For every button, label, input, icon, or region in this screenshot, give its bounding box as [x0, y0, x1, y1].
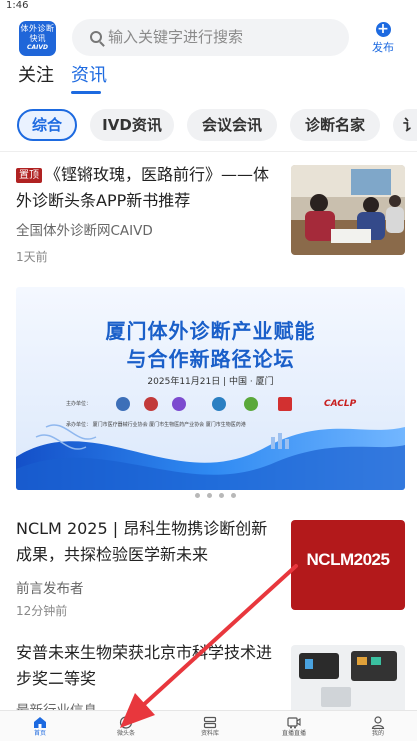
carousel-dot[interactable]	[207, 493, 212, 498]
article-thumbnail	[291, 645, 405, 710]
nav-live[interactable]: 直播直播	[264, 711, 324, 741]
carousel-dot[interactable]	[231, 493, 236, 498]
search-input[interactable]: 输入关键字进行搜索	[72, 19, 349, 56]
carousel-dot[interactable]	[195, 493, 200, 498]
flag-icon	[278, 397, 292, 411]
article-source: 全国体外诊断网CAIVD	[16, 223, 153, 239]
logo-line1: 体外诊断	[20, 24, 55, 33]
sponsor-logo-2	[144, 397, 158, 411]
tab-news[interactable]: 资讯	[71, 64, 107, 88]
bottom-navigation: 首页 微头条 资料库 直播直播 我的	[0, 710, 417, 741]
nav-label: 直播直播	[281, 730, 306, 737]
logo-line3: CAIVD	[27, 44, 48, 51]
thumb-text: NCLM2025	[306, 550, 390, 569]
publish-button[interactable]: + 发布	[366, 20, 400, 56]
nav-profile[interactable]: 我的	[348, 711, 408, 741]
publish-label: 发布	[372, 41, 394, 54]
article-thumbnail	[291, 165, 405, 255]
nav-label: 微头条	[116, 730, 135, 737]
nav-library[interactable]: 资料库	[180, 711, 240, 741]
status-bar: 1:46	[0, 0, 417, 14]
library-icon	[203, 716, 217, 729]
list-item[interactable]: 置顶 《铿锵玫瑰，医路前行》——体外诊断头条APP新书推荐 全国体外诊断网CAIV…	[0, 152, 417, 282]
pinned-badge: 置顶	[16, 168, 42, 183]
banner-sponsor-label: 主办单位：	[66, 401, 92, 407]
carousel-dot[interactable]	[219, 493, 224, 498]
sponsor-logo-5	[244, 397, 258, 411]
article-source: 前言发布者	[16, 581, 84, 597]
article-title: 置顶 《铿锵玫瑰，医路前行》——体外诊断头条APP新书推荐	[16, 165, 270, 210]
nav-label: 资料库	[200, 730, 219, 737]
article-time: 1天前	[16, 250, 48, 264]
plus-icon: +	[375, 21, 391, 37]
sponsor-logo-1	[116, 397, 130, 411]
home-icon	[34, 717, 46, 728]
nav-home[interactable]: 首页	[10, 711, 70, 741]
profile-icon	[371, 716, 385, 729]
chip-general[interactable]: 综合	[17, 109, 77, 141]
live-icon	[287, 717, 301, 729]
article-title: 安普未来生物荣获北京市科学技术进步奖二等奖	[16, 643, 273, 688]
category-chips: 综合 IVD资讯 会议会讯 诊断名家 讠	[0, 103, 417, 147]
nav-label: 首页	[33, 730, 46, 737]
article-source: 最新行业信息	[16, 702, 97, 710]
chip-experts[interactable]: 诊断名家	[290, 109, 380, 141]
list-item[interactable]: 安普未来生物荣获北京市科学技术进步奖二等奖 最新行业信息	[0, 635, 417, 710]
banner-date: 2025年11月21日 | 中国 · 厦门	[147, 377, 274, 387]
banner-title-line1: 厦门体外诊断产业赋能	[105, 319, 316, 343]
app-logo[interactable]: 体外诊断 快讯 CAIVD	[19, 21, 56, 56]
search-placeholder: 输入关键字进行搜索	[108, 28, 244, 46]
active-tab-indicator	[71, 91, 101, 94]
sponsor-logo-3	[172, 397, 186, 411]
tab-follow[interactable]: 关注	[18, 64, 54, 88]
chip-ivd-news[interactable]: IVD资讯	[90, 109, 174, 141]
app-header: 体外诊断 快讯 CAIVD 输入关键字进行搜索 + 发布	[0, 14, 417, 62]
chip-conference[interactable]: 会议会讯	[187, 109, 277, 141]
list-item[interactable]: NCLM 2025 | 昂科生物携诊断创新成果，共探检验医学新未来 前言发布者 …	[0, 510, 417, 630]
banner-organizers: 承办单位： 厦门市医疗器械行业协会 厦门市生物医药产业协会 厦门市生物医药港	[66, 422, 246, 428]
article-thumbnail: NCLM2025	[291, 520, 405, 610]
nav-micro-headline[interactable]: 微头条	[96, 711, 156, 741]
banner-title-line2: 与合作新路径论坛	[126, 347, 295, 371]
article-time: 12分钟前	[16, 604, 68, 618]
promo-banner[interactable]: 厦门体外诊断产业赋能 与合作新路径论坛 2025年11月21日 | 中国 · 厦…	[16, 287, 405, 490]
chip-more[interactable]: 讠	[393, 109, 417, 141]
logo-line2: 快讯	[29, 34, 46, 43]
nav-label: 我的	[371, 730, 384, 737]
sponsor-logo-4	[212, 397, 226, 411]
status-time: 1:46	[6, 0, 29, 11]
caclp-logo: CACLP	[324, 399, 357, 409]
search-icon	[90, 31, 102, 43]
article-title: NCLM 2025 | 昂科生物携诊断创新成果，共探检验医学新未来	[16, 519, 268, 564]
compass-icon	[119, 716, 133, 729]
